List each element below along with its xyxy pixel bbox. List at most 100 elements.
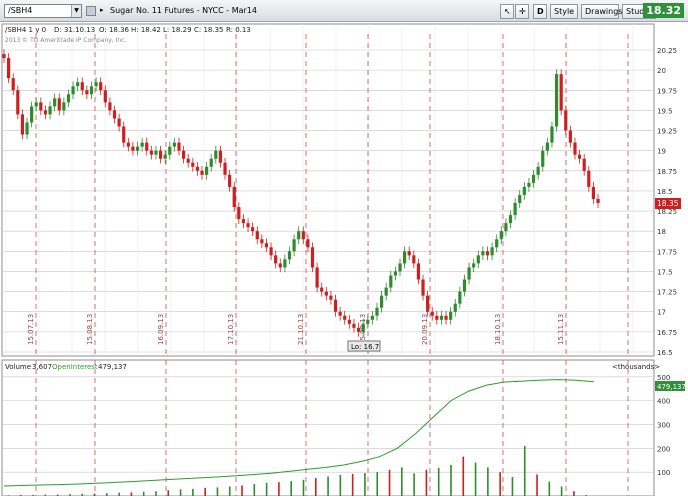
candle-body (315, 267, 319, 288)
candle-body (499, 231, 503, 240)
candle-body (241, 219, 246, 224)
price-tick-label: 17 (657, 309, 666, 317)
volume-tick-label: 200 (657, 445, 670, 453)
price-tick-label: 18.25 (657, 208, 677, 216)
candle-body (490, 247, 494, 256)
open-interest-label: OpenInterest (52, 363, 98, 371)
volume-bar (216, 487, 219, 496)
volume-bar (241, 485, 243, 496)
candle-body (16, 90, 20, 115)
symbol-text: /SBH4 (8, 6, 33, 15)
candle-body (379, 295, 384, 308)
price-tick-label: 19.25 (657, 128, 677, 136)
event-date-label: 21.10.13 (297, 314, 305, 345)
style-button[interactable]: Style (550, 4, 578, 19)
candle-body (338, 311, 342, 316)
candle-body (149, 150, 153, 155)
price-tick-label: 17.25 (657, 289, 677, 297)
candle-body (568, 130, 572, 143)
current-price-tag: 18.35 (655, 198, 681, 209)
volume-bar (327, 476, 329, 496)
candle-body (228, 174, 232, 187)
candle-body (126, 142, 130, 147)
current-price-text: 18.35 (657, 199, 679, 208)
candle-body (223, 162, 227, 175)
volume-tick-label: 400 (657, 398, 670, 406)
candle-body (135, 146, 140, 151)
symbol-input[interactable]: /SBH4 ▼ (4, 4, 82, 18)
candle-body (527, 182, 531, 187)
crosshair-tool-button[interactable]: ✛ (515, 4, 529, 19)
cursor-tool-button[interactable]: ↖ (500, 4, 514, 19)
price-header-symbol: /SBH4 1 y 0 (5, 26, 46, 34)
volume-bar (167, 490, 170, 496)
candle-body (255, 231, 259, 240)
candle (16, 85, 20, 120)
candle-body (421, 279, 425, 296)
volume-bar (204, 487, 206, 496)
candle-body (343, 315, 347, 320)
volume-bar (425, 469, 428, 496)
price-tick-label: 16.75 (657, 329, 677, 337)
drawings-button[interactable]: Drawings (581, 4, 622, 19)
volume-tick-label: 100 (657, 469, 670, 477)
volume-bar (523, 445, 526, 496)
oi-tag: 479,137 (655, 381, 686, 391)
price-tick-label: 18.5 (657, 188, 673, 196)
candle-body (356, 327, 361, 332)
volume-bar (265, 482, 268, 496)
candle-body (403, 251, 407, 264)
low-label: Lo: 16.7 (347, 340, 381, 352)
candle (554, 69, 559, 132)
event-date-label: 15.07.13 (27, 314, 35, 345)
candle-body (582, 158, 586, 171)
candle-body (117, 118, 121, 127)
price-header-range: R: 0.13 (226, 26, 251, 34)
candle-body (426, 295, 430, 312)
candle-body (251, 227, 255, 232)
price-tick-label: 19.5 (657, 107, 673, 115)
volume-units: <thousands> (612, 363, 660, 371)
period-button[interactable]: D (533, 4, 547, 19)
symbol-lookup-icon[interactable] (86, 6, 96, 16)
candle-body (200, 170, 204, 175)
style-label: Style (554, 7, 575, 16)
candle-body (352, 323, 356, 328)
candle-body (71, 86, 75, 95)
volume-bar (302, 479, 305, 496)
candle-body (99, 82, 103, 91)
volume-bar (339, 475, 342, 496)
candle-body (287, 251, 292, 260)
candle-body (559, 74, 563, 111)
candle-body (246, 223, 250, 228)
volume-bar (118, 492, 120, 496)
chart-area[interactable]: 20.25 20 19.75 19.5 19.25 19 18.75 18.5 18.25 18 1… (0, 22, 688, 497)
description-arrow-icon: ▸ (100, 6, 104, 14)
price-tick-label: 20.25 (657, 47, 677, 55)
candle-body (297, 231, 301, 240)
candle-body (573, 142, 577, 155)
candle-body (140, 142, 144, 147)
volume-label: Volume (5, 363, 31, 371)
candle-body (283, 259, 287, 268)
candle-body (458, 291, 462, 304)
candle-body (366, 319, 370, 324)
volume-bar (155, 491, 157, 496)
price-tick-label: 19.75 (657, 87, 677, 95)
candle-body (154, 150, 158, 155)
candle-body (89, 86, 94, 95)
candle-body (34, 102, 38, 107)
candle-body (389, 275, 393, 288)
candle-body (278, 263, 282, 268)
volume-bar (364, 473, 366, 496)
candle-body (407, 251, 411, 256)
candle-body (177, 142, 181, 151)
candle-body (495, 239, 499, 248)
candle-body (260, 239, 264, 244)
candle-body (564, 110, 568, 131)
price-header-close: C: 18.35 (194, 26, 224, 34)
volume-tick-label: 500 (657, 374, 670, 382)
candle-body (94, 82, 98, 87)
symbol-dropdown-icon[interactable]: ▼ (71, 5, 81, 17)
copyright-text: 2013 © TD Ameritrade IP Company, Inc. (5, 37, 126, 44)
